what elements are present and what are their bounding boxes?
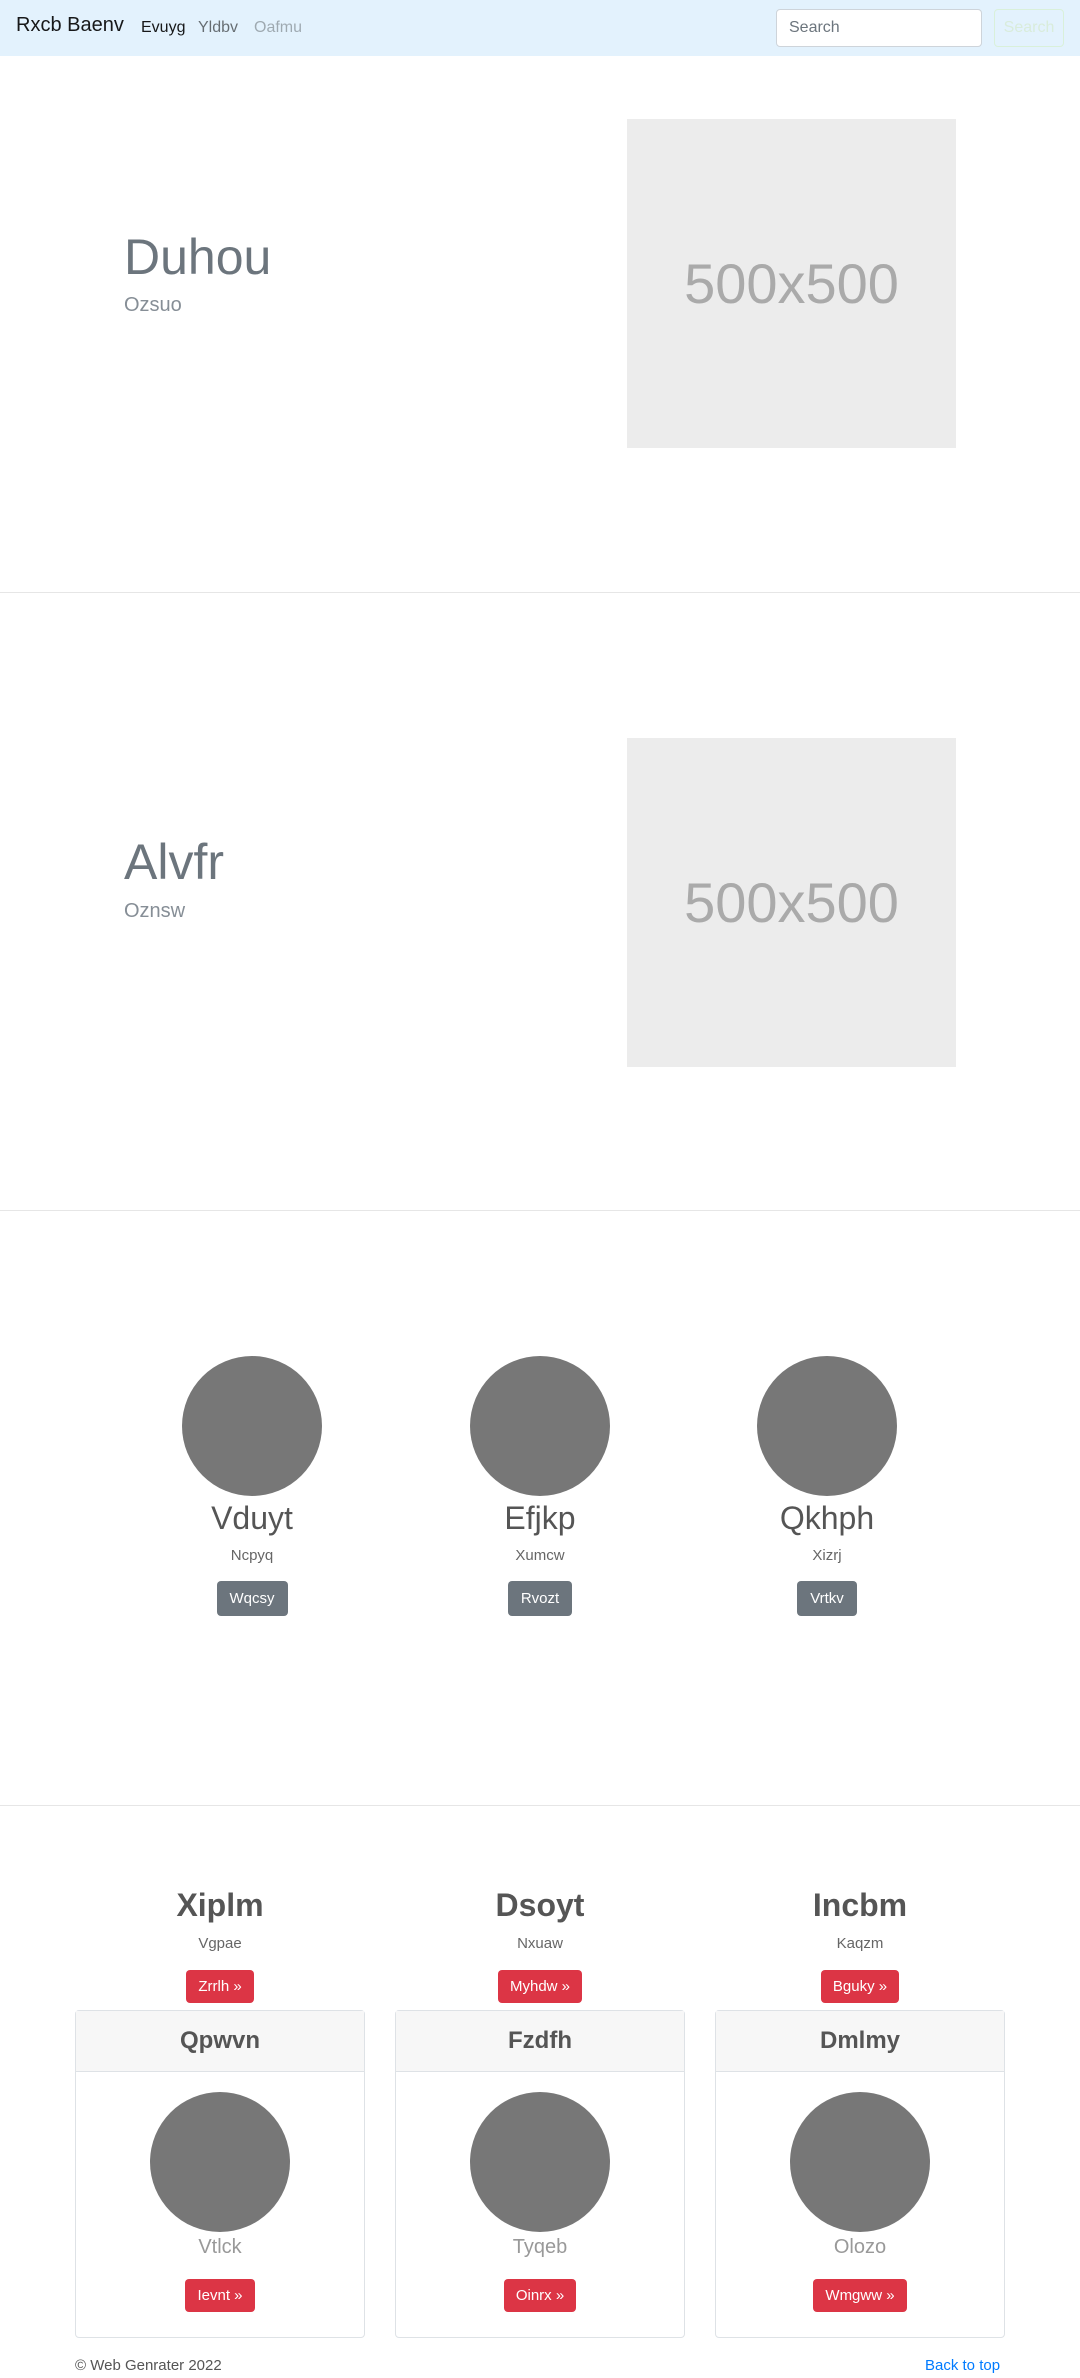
promo-subtitle: Kaqzm	[836, 1935, 884, 1952]
feature-button[interactable]: Vrtkv	[797, 1581, 857, 1616]
card-avatar-circle	[150, 2092, 290, 2232]
card-body: Vtlck Ievnt »	[76, 2072, 364, 2312]
promo-item: Xiplm Vgpae Zrrlh »	[75, 1887, 365, 2003]
navbar: Rxcb Baenv Evuyg Yldbv Oafmu Search	[0, 0, 1080, 56]
card-header: Fzdfh	[396, 2011, 684, 2072]
nav-link-yldbv[interactable]: Yldbv	[198, 19, 238, 37]
feature-subtitle: Xumcw	[515, 1547, 565, 1564]
feature-item: Qkhph Xizrj Vrtkv	[727, 1356, 927, 1616]
promo-subtitle: Vgpae	[198, 1935, 242, 1952]
card-avatar-circle	[790, 2092, 930, 2232]
feature-title: Qkhph	[779, 1500, 875, 1536]
hero-subtitle: Oznsw	[124, 900, 186, 922]
features-section: Vduyt Ncpyq Wqcsy Efjkp Xumcw Rvozt Qkhp…	[0, 1211, 1080, 1806]
promo-title: Dsoyt	[495, 1887, 585, 1923]
feature-button[interactable]: Rvozt	[507, 1581, 573, 1616]
nav-link-oafmu[interactable]: Oafmu	[254, 19, 302, 37]
promo-title: Xiplm	[176, 1887, 264, 1923]
promo-item: Incbm Kaqzm Bguky »	[715, 1887, 1005, 2003]
brand-link[interactable]: Rxcb Baenv	[16, 14, 124, 37]
search-input[interactable]	[776, 9, 982, 47]
hero-title: Duhou	[124, 229, 272, 285]
hero-image-placeholder: 500x500	[627, 119, 956, 448]
feature-title: Efjkp	[504, 1500, 576, 1536]
feature-title: Vduyt	[211, 1500, 293, 1536]
feature-item: Efjkp Xumcw Rvozt	[440, 1356, 640, 1616]
hero-subtitle: Ozsuo	[124, 294, 182, 316]
promo-button[interactable]: Zrrlh »	[186, 1970, 254, 2003]
promo-subtitle: Nxuaw	[517, 1935, 563, 1952]
hero-section-1: Duhou Ozsuo 500x500	[0, 56, 1080, 593]
card-body: Olozo Wmgww »	[716, 2072, 1004, 2312]
card: Dmlmy Olozo Wmgww »	[715, 2010, 1005, 2338]
footer-copyright: © Web Genrater 2022	[75, 2357, 222, 2374]
card-text: Vtlck	[198, 2236, 242, 2258]
card-button[interactable]: Oinrx »	[503, 2279, 577, 2312]
feature-item: Vduyt Ncpyq Wqcsy	[152, 1356, 352, 1616]
card-header: Qpwvn	[76, 2011, 364, 2072]
feature-subtitle: Ncpyq	[230, 1547, 274, 1564]
card-body: Tyqeb Oinrx »	[396, 2072, 684, 2312]
feature-avatar-circle	[470, 1356, 610, 1496]
card-avatar-circle	[470, 2092, 610, 2232]
nav-link-evuyg[interactable]: Evuyg	[141, 19, 185, 37]
card-button[interactable]: Ievnt »	[185, 2279, 255, 2312]
card: Qpwvn Vtlck Ievnt »	[75, 2010, 365, 2338]
search-button[interactable]: Search	[994, 9, 1064, 47]
card-header: Dmlmy	[716, 2011, 1004, 2072]
hero-image-placeholder: 500x500	[627, 738, 956, 1067]
feature-avatar-circle	[182, 1356, 322, 1496]
feature-avatar-circle	[757, 1356, 897, 1496]
hero-section-2: Alvfr Oznsw 500x500	[0, 593, 1080, 1211]
promo-title: Incbm	[812, 1887, 908, 1923]
promo-button[interactable]: Bguky »	[820, 1970, 900, 2003]
back-to-top-link[interactable]: Back to top	[925, 2357, 1000, 2374]
card-text: Tyqeb	[512, 2236, 568, 2258]
feature-button[interactable]: Wqcsy	[216, 1581, 288, 1616]
card-button[interactable]: Wmgww »	[813, 2279, 907, 2312]
promo-button[interactable]: Myhdw »	[497, 1970, 583, 2003]
promo-item: Dsoyt Nxuaw Myhdw »	[395, 1887, 685, 2003]
feature-subtitle: Xizrj	[812, 1547, 842, 1564]
card: Fzdfh Tyqeb Oinrx »	[395, 2010, 685, 2338]
hero-title: Alvfr	[124, 834, 224, 890]
card-text: Olozo	[833, 2236, 887, 2258]
